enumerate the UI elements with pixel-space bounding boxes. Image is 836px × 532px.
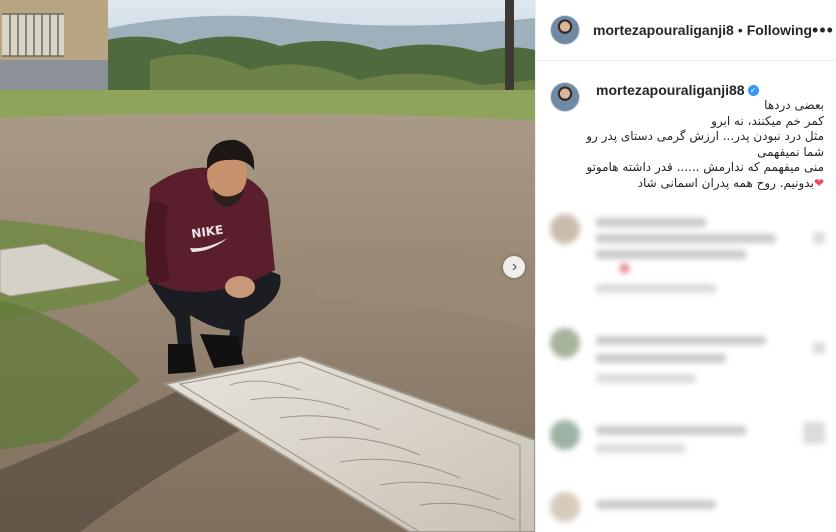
more-options-icon[interactable]: ••• [812, 21, 834, 39]
comment-meta [596, 444, 686, 453]
comment-like-icon[interactable] [813, 342, 825, 354]
caption-username-row: mortezapouraliganji88 ✓ [596, 82, 824, 98]
comment-item [550, 416, 825, 476]
heart-icon: ❤ [813, 175, 824, 190]
comment-item [550, 490, 825, 530]
comment-like-icon[interactable] [803, 422, 825, 444]
author-username[interactable]: mortezapouraliganji8 [593, 22, 734, 38]
caption-avatar[interactable] [550, 82, 580, 112]
comment-avatar [550, 328, 580, 358]
comment-avatar [550, 492, 580, 522]
post-side-panel: mortezapouraliganji8 • Following ••• mor… [535, 0, 836, 532]
comment-meta [596, 284, 716, 293]
caption-line: مثل درد نبودن پدر... ارزش گرمی دستای پدر… [586, 129, 824, 143]
comment-avatar [550, 214, 580, 244]
comments-list [536, 200, 836, 532]
post-header: mortezapouraliganji8 • Following ••• [536, 0, 836, 61]
comment-emoji-icon [620, 264, 629, 273]
header-separator: • [737, 22, 743, 38]
comment-like-icon[interactable] [813, 232, 825, 244]
photo-scene: NIKE [0, 0, 535, 532]
comment-item [550, 212, 825, 302]
caption-line-text: بدونیم. روح همه پدران اسمانی شاد [637, 175, 814, 190]
comment-meta [596, 374, 696, 383]
following-button[interactable]: Following [747, 22, 812, 38]
caption-line: شما نمیفهمی [757, 144, 824, 159]
caption-body: mortezapouraliganji88 ✓ بعضی دردها کمر خ… [586, 82, 824, 192]
comment-item [550, 328, 825, 398]
caption-line: بعضی دردها [764, 98, 824, 112]
comment-line [596, 250, 746, 259]
comment-line [596, 218, 706, 227]
post-caption: mortezapouraliganji88 ✓ بعضی دردها کمر خ… [550, 82, 825, 191]
caption-line: کمر خم میکنند، نه ابرو [711, 113, 824, 128]
carousel-next-button[interactable]: › [503, 256, 525, 278]
comment-avatar [550, 420, 580, 450]
caption-line: منی میفهمم که ندارمش ...... قدر داشته ها… [586, 160, 824, 174]
post-photo: NIKE › [0, 0, 535, 532]
verified-badge-icon: ✓ [747, 84, 759, 96]
caption-username[interactable]: mortezapouraliganji88 [596, 82, 745, 98]
author-avatar[interactable] [550, 15, 580, 45]
comment-line [596, 500, 716, 509]
comment-line [596, 234, 776, 243]
chevron-right-icon: › [511, 258, 518, 275]
comment-line [596, 336, 766, 345]
comment-line [596, 354, 726, 363]
caption-line-last: ❤بدونیم. روح همه پدران اسمانی شاد [596, 176, 824, 192]
comment-line [596, 426, 746, 435]
